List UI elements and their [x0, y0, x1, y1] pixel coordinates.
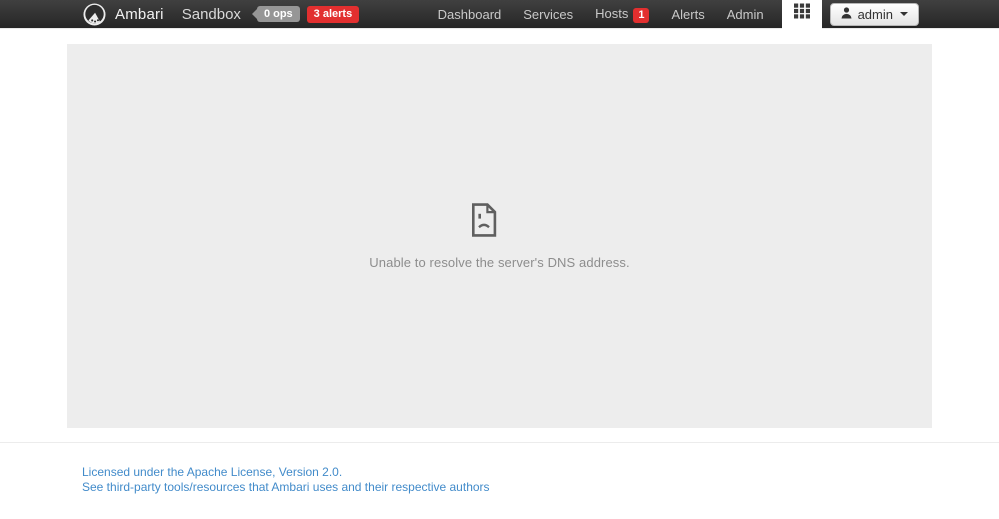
license-link[interactable]: Licensed under the Apache License, Versi…	[82, 465, 932, 480]
views-menu-button[interactable]	[781, 0, 822, 33]
nav-item-admin[interactable]: Admin	[716, 7, 775, 22]
nav-item-hosts[interactable]: Hosts 1	[584, 6, 660, 23]
nav-item-dashboard[interactable]: Dashboard	[427, 7, 513, 22]
top-navbar: Ambari Sandbox 0 ops 3 alerts Dashboard …	[0, 0, 999, 33]
navbar-left: Ambari Sandbox 0 ops 3 alerts	[83, 2, 360, 26]
footer-divider	[0, 442, 999, 443]
user-menu-button[interactable]: admin	[829, 2, 919, 26]
page-footer: Licensed under the Apache License, Versi…	[67, 465, 932, 495]
broken-page-icon	[471, 202, 497, 242]
ambari-logo-icon[interactable]	[83, 2, 106, 26]
user-icon	[841, 6, 852, 22]
cluster-name: Sandbox	[181, 5, 241, 23]
ops-badge[interactable]: 0 ops	[251, 6, 300, 22]
main-area: Unable to resolve the server's DNS addre…	[0, 44, 999, 428]
caret-down-icon	[900, 12, 908, 16]
brand-title[interactable]: Ambari	[115, 6, 164, 23]
dns-error-block: Unable to resolve the server's DNS addre…	[369, 202, 630, 270]
error-message: Unable to resolve the server's DNS addre…	[369, 254, 630, 270]
alerts-badge[interactable]: 3 alerts	[306, 5, 360, 23]
third-party-link[interactable]: See third-party tools/resources that Amb…	[82, 480, 932, 495]
views-grid-icon	[793, 3, 810, 24]
view-content-frame: Unable to resolve the server's DNS addre…	[67, 44, 932, 428]
hosts-count-badge: 1	[633, 7, 650, 23]
ambari-app: Ambari Sandbox 0 ops 3 alerts Dashboard …	[0, 0, 999, 495]
nav-item-services[interactable]: Services	[512, 7, 584, 22]
user-menu-label: admin	[857, 6, 893, 22]
nav-item-alerts[interactable]: Alerts	[660, 7, 715, 22]
nav-item-hosts-label: Hosts	[595, 5, 629, 21]
navbar-right: Dashboard Services Hosts1 Alerts Admin	[427, 0, 919, 33]
